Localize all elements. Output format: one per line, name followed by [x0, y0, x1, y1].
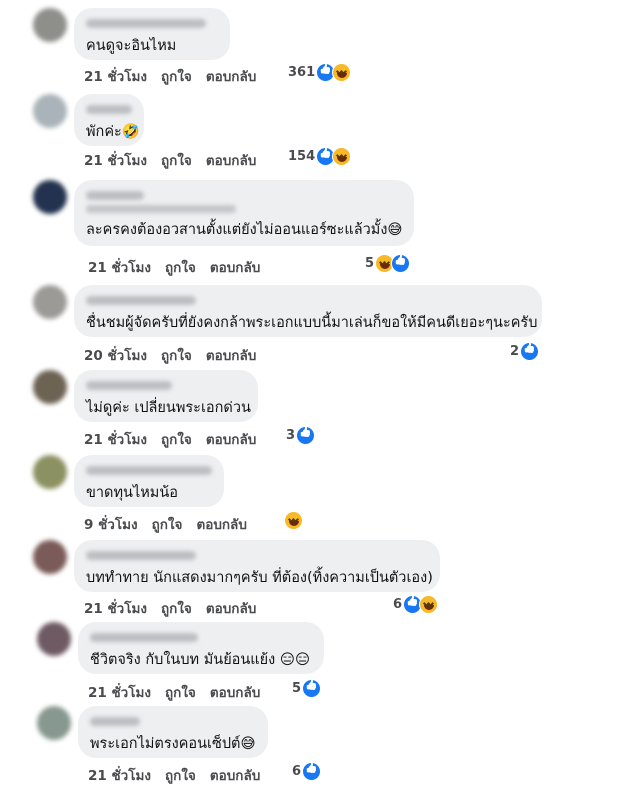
comment-text: ขาดทุนไหมน้อ: [86, 485, 178, 501]
comment-time[interactable]: 21 ชั่วโมง: [88, 681, 151, 703]
reaction-summary[interactable]: 5: [365, 254, 411, 273]
comment-text: พระเอกไม่ตรงคอนเซ็ปต์😅: [90, 736, 256, 752]
reaction-count: 6: [292, 764, 302, 779]
like-button[interactable]: ถูกใจ: [161, 149, 192, 171]
reaction-count: 2: [510, 344, 520, 359]
avatar[interactable]: [33, 540, 67, 574]
avatar[interactable]: [33, 180, 67, 214]
comment-actions: 21 ชั่วโมง ถูกใจ ตอบกลับ: [84, 597, 256, 619]
avatar[interactable]: [33, 455, 67, 489]
comment-text: ชื่นชมผู้จัดครับที่ยังคงกล้าพระเอกแบบนี้…: [86, 315, 538, 331]
like-button[interactable]: ถูกใจ: [152, 513, 183, 535]
comment-bubble: ชื่นชมผู้จัดครับที่ยังคงกล้าพระเอกแบบนี้…: [74, 285, 542, 337]
comment-text: บททำทาย นักแสดงมากๆครับ ที่ต้อง(ทิ้งความ…: [86, 570, 433, 586]
reaction-count: 5: [292, 681, 302, 696]
comment-actions: 21 ชั่วโมง ถูกใจ ตอบกลับ: [84, 149, 256, 171]
like-icon: [296, 426, 316, 445]
reaction-summary[interactable]: 6: [393, 595, 439, 614]
commenter-name[interactable]: [86, 551, 196, 560]
comment-bubble: บททำทาย นักแสดงมากๆครับ ที่ต้อง(ทิ้งความ…: [74, 540, 440, 592]
avatar[interactable]: [33, 8, 67, 42]
commenter-name[interactable]: [86, 191, 144, 200]
commenter-name[interactable]: [90, 717, 140, 726]
like-icon: [302, 762, 322, 781]
reply-button[interactable]: ตอบกลับ: [210, 681, 260, 703]
comment-actions: 21 ชั่วโมง ถูกใจ ตอบกลับ: [88, 256, 260, 278]
comment-text: พักค่ะ🤣: [86, 124, 140, 140]
comment-text: ไม่ดูค่ะ เปลี่ยนพระเอกด่วน: [86, 400, 251, 416]
reaction-summary[interactable]: 6: [292, 762, 322, 781]
like-button[interactable]: ถูกใจ: [165, 764, 196, 786]
comment-bubble: พระเอกไม่ตรงคอนเซ็ปต์😅: [78, 706, 268, 758]
reaction-summary[interactable]: 361: [288, 63, 352, 82]
reaction-count: 154: [288, 149, 316, 164]
comment-bubble: ไม่ดูค่ะ เปลี่ยนพระเอกด่วน: [74, 370, 258, 422]
comment-bubble: ละครคงต้องอวสานตั้งแต่ยังไม่ออนแอร์ซะแล้…: [74, 180, 414, 246]
avatar[interactable]: [37, 706, 71, 740]
comment-time[interactable]: 21 ชั่วโมง: [84, 149, 147, 171]
comment-actions: 20 ชั่วโมง ถูกใจ ตอบกลับ: [84, 344, 256, 366]
like-button[interactable]: ถูกใจ: [165, 681, 196, 703]
avatar[interactable]: [33, 370, 67, 404]
comment-actions: 9 ชั่วโมง ถูกใจ ตอบกลับ: [84, 513, 247, 535]
comment-actions: 21 ชั่วโมง ถูกใจ ตอบกลับ: [84, 65, 256, 87]
comment-bubble: คนดูจะอินไหม: [74, 8, 230, 60]
comment-text: คนดูจะอินไหม: [86, 38, 177, 54]
reply-button[interactable]: ตอบกลับ: [210, 256, 260, 278]
avatar[interactable]: [33, 285, 67, 319]
reply-button[interactable]: ตอบกลับ: [196, 513, 246, 535]
avatar[interactable]: [33, 94, 67, 128]
reaction-count: 3: [286, 428, 296, 443]
reaction-summary[interactable]: 2: [510, 342, 540, 361]
reply-button[interactable]: ตอบกลับ: [206, 597, 256, 619]
comment-time[interactable]: 9 ชั่วโมง: [84, 513, 138, 535]
avatar[interactable]: [37, 622, 71, 656]
commenter-name[interactable]: [86, 19, 206, 28]
haha-icon: [419, 595, 439, 614]
reaction-summary[interactable]: 3: [286, 426, 316, 445]
commenter-name[interactable]: [86, 296, 196, 305]
like-icon: [520, 342, 540, 361]
comment-time[interactable]: 21 ชั่วโมง: [84, 428, 147, 450]
comment-text: ละครคงต้องอวสานตั้งแต่ยังไม่ออนแอร์ซะแล้…: [86, 222, 403, 238]
comment-time[interactable]: 21 ชั่วโมง: [88, 764, 151, 786]
like-button[interactable]: ถูกใจ: [161, 597, 192, 619]
comment-actions: 21 ชั่วโมง ถูกใจ ตอบกลับ: [88, 764, 260, 786]
comment-bubble: ชีวิตจริง กับในบท มันย้อนแย้ง 😑😑: [78, 622, 324, 674]
like-icon: [302, 679, 322, 698]
comment-time[interactable]: 20 ชั่วโมง: [84, 344, 147, 366]
reaction-count: 6: [393, 597, 403, 612]
commenter-badge: [86, 205, 236, 213]
comment-bubble: พักค่ะ🤣: [74, 94, 144, 146]
commenter-name[interactable]: [90, 633, 198, 642]
comment-time[interactable]: 21 ชั่วโมง: [84, 597, 147, 619]
haha-icon: [332, 147, 352, 166]
reaction-summary[interactable]: [283, 511, 303, 530]
comment-time[interactable]: 21 ชั่วโมง: [84, 65, 147, 87]
commenter-name[interactable]: [86, 105, 132, 114]
comment-bubble: ขาดทุนไหมน้อ: [74, 455, 224, 507]
commenter-name[interactable]: [86, 466, 212, 475]
reaction-count: 361: [288, 65, 316, 80]
comment-text: ชีวิตจริง กับในบท มันย้อนแย้ง 😑😑: [90, 652, 311, 668]
like-button[interactable]: ถูกใจ: [161, 65, 192, 87]
haha-icon: [284, 511, 303, 530]
comment-actions: 21 ชั่วโมง ถูกใจ ตอบกลับ: [84, 428, 256, 450]
like-icon: [391, 254, 411, 273]
comment-time[interactable]: 21 ชั่วโมง: [88, 256, 151, 278]
reply-button[interactable]: ตอบกลับ: [210, 764, 260, 786]
reaction-summary[interactable]: 5: [292, 679, 322, 698]
like-button[interactable]: ถูกใจ: [161, 428, 192, 450]
reaction-count: 5: [365, 256, 375, 271]
reply-button[interactable]: ตอบกลับ: [206, 344, 256, 366]
comment-actions: 21 ชั่วโมง ถูกใจ ตอบกลับ: [88, 681, 260, 703]
reply-button[interactable]: ตอบกลับ: [206, 65, 256, 87]
reply-button[interactable]: ตอบกลับ: [206, 149, 256, 171]
haha-icon: [332, 63, 352, 82]
reaction-summary[interactable]: 154: [288, 147, 352, 166]
like-button[interactable]: ถูกใจ: [165, 256, 196, 278]
reply-button[interactable]: ตอบกลับ: [206, 428, 256, 450]
like-button[interactable]: ถูกใจ: [161, 344, 192, 366]
commenter-name[interactable]: [86, 381, 172, 390]
